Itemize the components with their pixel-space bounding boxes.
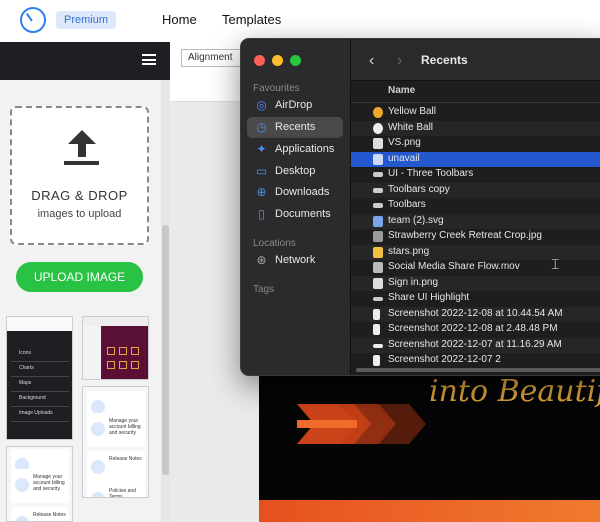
finder-title: Recents xyxy=(421,53,468,67)
applications-icon: ✦ xyxy=(256,142,267,156)
uploaded-thumbnail[interactable]: Manage your account billing and security… xyxy=(82,386,149,498)
tags-heading: Tags xyxy=(253,284,275,295)
thumb-card-text: Release Notes xyxy=(109,456,142,462)
uploaded-thumbnail[interactable]: Icons Charts Maps Background Image Uploa… xyxy=(6,316,73,440)
sidebar-item-documents[interactable]: ▯ Documents xyxy=(247,204,343,225)
zoom-window-icon[interactable] xyxy=(290,55,301,66)
file-row[interactable]: team (2).svg xyxy=(351,213,600,229)
close-window-icon[interactable] xyxy=(254,55,265,66)
sidebar-item-desktop[interactable]: ▭ Desktop xyxy=(247,161,343,182)
file-row[interactable]: Screenshot 2022-12-07 at 11.16.29 AM xyxy=(351,337,600,353)
locations-heading: Locations xyxy=(253,238,296,249)
logo-icon[interactable] xyxy=(20,7,46,33)
image-file-icon xyxy=(373,153,383,165)
chevron-arrows-graphic xyxy=(297,404,426,444)
file-row[interactable]: Screenshot 2022-12-08 at 2.48.48 PM xyxy=(351,322,600,338)
hamburger-menu-icon[interactable] xyxy=(142,54,156,65)
file-row[interactable]: Sign in.png xyxy=(351,275,600,291)
dropzone-title: DRAG & DROP xyxy=(31,188,128,203)
file-row[interactable]: VS.png xyxy=(351,136,600,152)
downloads-icon: ⊕ xyxy=(256,185,267,199)
file-row[interactable]: Social Media Share Flow.mov xyxy=(351,260,600,276)
thumb-card-text: Policies and Terms xyxy=(109,488,136,498)
finder-window[interactable]: Favourites ◎ AirDrop ◷ Recents ✦ Applica… xyxy=(240,38,600,376)
documents-icon: ▯ xyxy=(258,207,265,221)
finder-toolbar: ‹ › Recents xyxy=(351,39,600,81)
upload-arrow-icon xyxy=(68,130,96,144)
svg-file-icon xyxy=(373,215,383,227)
video-file-icon xyxy=(373,262,383,273)
network-icon: ⊛ xyxy=(256,253,267,267)
file-row[interactable]: Screenshot 2022-12-08 at 10.44.54 AM xyxy=(351,306,600,322)
image-file-icon xyxy=(373,343,383,348)
nav-templates-link[interactable]: Templates xyxy=(222,12,281,27)
image-file-icon xyxy=(373,187,383,193)
drag-drop-zone[interactable]: DRAG & DROP images to upload xyxy=(10,106,149,245)
file-list: Yellow Ball White Ball VS.png unavail UI… xyxy=(351,103,600,368)
uploaded-thumbnail[interactable] xyxy=(82,316,149,380)
file-row[interactable]: Share UI Highlight xyxy=(351,291,600,307)
sidebar-item-airdrop[interactable]: ◎ AirDrop xyxy=(247,95,343,116)
file-row[interactable]: Screenshot 2022-12-07 2 xyxy=(351,353,600,369)
design-canvas[interactable]: into Beautif xyxy=(259,372,600,522)
airdrop-icon: ◎ xyxy=(256,98,267,112)
favourites-heading: Favourites xyxy=(253,83,300,94)
file-row[interactable]: Yellow Ball xyxy=(351,105,600,121)
thumb-card-text: Release Notes xyxy=(33,512,66,518)
name-column-header[interactable]: Name xyxy=(351,81,600,103)
text-cursor-icon: ⌶ xyxy=(551,256,560,272)
sidebar-item-downloads[interactable]: ⊕ Downloads xyxy=(247,182,343,203)
thumb-menu-item: Image Uploads xyxy=(19,410,53,416)
file-row[interactable]: Toolbars copy xyxy=(351,182,600,198)
web-nav: Premium Home Templates xyxy=(0,0,600,42)
nav-home-link[interactable]: Home xyxy=(162,12,197,27)
file-row[interactable]: Toolbars xyxy=(351,198,600,214)
thumb-menu-item: Background xyxy=(19,395,46,401)
dropzone-subtitle: images to upload xyxy=(37,208,122,220)
image-file-icon xyxy=(373,277,383,289)
upload-image-button[interactable]: UPLOAD IMAGE xyxy=(16,262,143,292)
sidebar-item-recents[interactable]: ◷ Recents xyxy=(247,117,343,138)
premium-badge[interactable]: Premium xyxy=(56,11,117,29)
desktop-icon: ▭ xyxy=(255,164,268,178)
thumb-card-text: Manage your account billing and security xyxy=(109,418,141,436)
file-row[interactable]: stars.png xyxy=(351,244,600,260)
image-file-icon xyxy=(373,324,380,335)
sidebar-item-applications[interactable]: ✦ Applications xyxy=(247,139,343,160)
image-file-icon xyxy=(373,308,380,320)
image-file-icon xyxy=(373,203,383,208)
thumb-menu-item: Charts xyxy=(19,365,34,371)
image-file-icon xyxy=(373,246,383,258)
design-orange-band xyxy=(259,500,600,522)
file-row[interactable]: White Ball xyxy=(351,120,600,136)
image-file-icon xyxy=(373,138,383,149)
minimize-window-icon[interactable] xyxy=(272,55,283,66)
sidebar-item-network[interactable]: ⊛ Network xyxy=(247,250,343,271)
uploaded-thumbnail[interactable]: Manage your account billing and security… xyxy=(6,446,73,522)
thumb-card-text: Manage your account billing and security xyxy=(33,474,65,492)
sidebar-scroll-thumb[interactable] xyxy=(162,225,169,475)
image-file-icon xyxy=(373,231,383,242)
image-file-icon xyxy=(373,107,383,118)
thumb-menu-item: Maps xyxy=(19,380,32,386)
image-file-icon xyxy=(373,172,383,177)
design-headline: into Beautif xyxy=(429,374,600,409)
clock-icon: ◷ xyxy=(256,120,267,134)
image-file-icon xyxy=(373,355,380,366)
finder-horizontal-scrollbar[interactable] xyxy=(356,368,600,372)
finder-sidebar: Favourites ◎ AirDrop ◷ Recents ✦ Applica… xyxy=(241,39,351,375)
back-arrow-icon[interactable]: ‹ xyxy=(369,52,374,70)
image-file-icon xyxy=(373,122,383,134)
file-row-selected[interactable]: unavail xyxy=(351,151,600,167)
file-row[interactable]: Strawberry Creek Retreat Crop.jpg xyxy=(351,229,600,245)
image-file-icon xyxy=(373,297,383,301)
forward-arrow-icon[interactable]: › xyxy=(397,52,402,70)
alignment-button[interactable]: Alignment xyxy=(181,49,241,67)
thumb-menu-item: Icons xyxy=(19,350,31,356)
file-row[interactable]: UI - Three Toolbars xyxy=(351,167,600,183)
